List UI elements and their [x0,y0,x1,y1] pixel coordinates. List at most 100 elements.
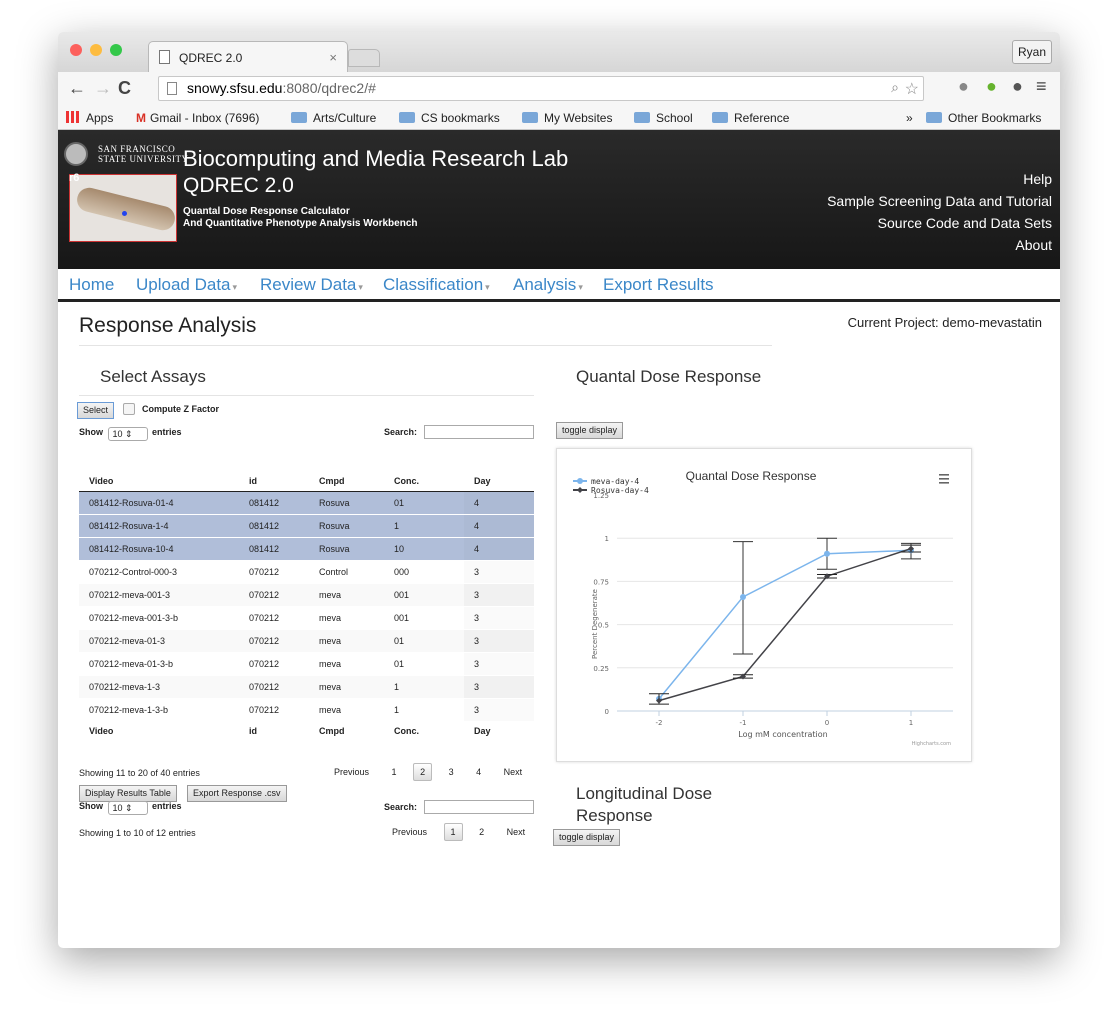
menu-home[interactable]: Home [69,275,114,295]
page-1-button[interactable]: 1 [386,764,403,780]
table-cell: 01 [384,629,464,653]
bookmark-other[interactable]: Other Bookmarks [926,111,1041,125]
table-cell: meva [309,629,384,653]
x-tick-label: -2 [656,719,663,727]
bookmark-reference[interactable]: Reference [712,111,789,125]
previous-button[interactable]: Previous [328,764,375,780]
minimize-window-button[interactable] [90,44,102,56]
results-page-2-button[interactable]: 2 [473,824,490,840]
star-icon[interactable]: ☆ [905,79,919,99]
menu-classification[interactable]: Classification ▾ [383,275,490,295]
person-icon[interactable]: ● [958,76,969,97]
export-response-button[interactable]: Export Response .csv [187,785,287,802]
app-subtitle-2: And Quantitative Phenotype Analysis Work… [183,218,418,229]
assays-table: Video id Cmpd Conc. Day 081412-Rosuva-01… [79,471,534,741]
search-icon[interactable]: ⌕ [891,79,899,96]
results-page-1-button[interactable]: 1 [443,823,463,841]
table-row[interactable]: 081412-Rosuva-01-4 081412 Rosuva 01 4 [79,491,534,515]
entries-select[interactable]: 10 ⇕ [107,427,148,441]
table-row[interactable]: 070212-meva-001-3 070212 meva 001 3 [79,583,534,607]
page-3-button[interactable]: 3 [443,764,460,780]
bookmarks-overflow[interactable]: » [906,111,913,125]
credits[interactable]: Highcharts.com [912,741,951,747]
hamburger-icon[interactable] [939,474,949,484]
evernote-icon[interactable]: ● [1012,76,1023,97]
column-conc[interactable]: Conc. [384,471,464,492]
zfactor-checkbox[interactable] [123,403,135,415]
column-cmpd[interactable]: Cmpd [309,471,384,492]
table-cell: 070212-meva-1-3 [79,675,239,699]
table-row[interactable]: 070212-meva-1-3 070212 meva 1 3 [79,675,534,699]
table-row[interactable]: 070212-meva-001-3-b 070212 meva 001 3 [79,606,534,630]
results-previous-button[interactable]: Previous [386,824,433,840]
profile-button[interactable]: Ryan [1012,40,1052,64]
bookmark-websites[interactable]: My Websites [522,111,612,125]
tab-title: QDREC 2.0 [179,51,243,65]
menu-review-data[interactable]: Review Data ▾ [260,275,363,295]
bookmark-school[interactable]: School [634,111,693,125]
source-code-link[interactable]: Source Code and Data Sets [827,212,1052,234]
data-point-meva[interactable] [824,550,830,557]
close-window-button[interactable] [70,44,82,56]
table-cell: 01 [384,491,464,515]
select-button[interactable]: Select [77,402,115,419]
table-row[interactable]: 070212-meva-1-3-b 070212 meva 1 3 [79,698,534,722]
table-cell: 3 [464,560,534,584]
menu-export-results[interactable]: Export Results [603,275,714,295]
page-4-button[interactable]: 4 [470,764,487,780]
display-results-button[interactable]: Display Results Table [79,785,177,802]
tab-close-icon[interactable]: × [329,50,337,65]
table-cell: 3 [464,629,534,653]
about-link[interactable]: About [827,234,1052,256]
tutorial-link[interactable]: Sample Screening Data and Tutorial [827,190,1052,212]
table-row[interactable]: 081412-Rosuva-10-4 081412 Rosuva 10 4 [79,537,534,561]
menu-icon[interactable]: ≡ [1036,76,1047,97]
table-cell: 070212 [239,675,309,699]
results-next-button[interactable]: Next [501,824,532,840]
x-tick-label: 0 [825,719,829,727]
new-tab-button[interactable] [348,49,380,67]
help-link[interactable]: Help [827,168,1052,190]
legend[interactable]: meva-day-4 Rosuva-day-4 [573,477,649,495]
bookmark-apps[interactable]: Apps [66,111,113,125]
back-icon[interactable]: ← [68,78,86,99]
table-cell: meva [309,675,384,699]
quantal-chart: 0 0.25 0.5 0.75 1 1.25 -2 -1 0 1 Quantal Dose Res… [556,448,972,762]
data-point-meva[interactable] [740,593,746,600]
results-entries-length: Show 10 ⇕ entries [79,801,182,815]
menu-upload-data[interactable]: Upload Data ▾ [136,275,237,295]
extension-icon[interactable]: ● [986,76,997,97]
bookmark-gmail[interactable]: M Gmail - Inbox (7696) [136,111,259,125]
bookmark-arts[interactable]: Arts/Culture [291,111,376,125]
column-video[interactable]: Video [79,471,239,492]
browser-tab[interactable]: QDREC 2.0 × [148,41,348,72]
bookmark-cs[interactable]: CS bookmarks [399,111,500,125]
results-search-input[interactable] [424,800,534,814]
column-id[interactable]: id [239,471,309,492]
table-cell: 070212-meva-001-3-b [79,606,239,630]
table-row[interactable]: 070212-meva-01-3 070212 meva 01 3 [79,629,534,653]
next-button[interactable]: Next [498,764,529,780]
page-2-button[interactable]: 2 [413,763,433,781]
results-search-label: Search: [384,802,418,812]
page-icon [159,50,170,64]
results-entries-select[interactable]: 10 ⇕ [107,801,148,815]
app-title: QDREC 2.0 [183,174,294,197]
folder-icon [926,112,942,123]
table-row[interactable]: 081412-Rosuva-1-4 081412 Rosuva 1 4 [79,514,534,538]
quantal-toggle-button[interactable]: toggle display [556,422,624,439]
entries-length: Show 10 ⇕ entries [79,427,182,441]
address-bar[interactable]: snowy.sfsu.edu:8080/qdrec2/# ⌕ ☆ [158,76,924,101]
column-day[interactable]: Day [464,471,534,492]
bookmarks-bar: Apps M Gmail - Inbox (7696) Arts/Culture … [58,106,1060,130]
legend-label-rosuva[interactable]: Rosuva-day-4 [591,486,649,495]
longitudinal-toggle-button[interactable]: toggle display [553,829,621,846]
legend-label-meva[interactable]: meva-day-4 [591,477,639,486]
forward-icon[interactable]: → [94,78,112,99]
search-input[interactable] [424,425,534,439]
menu-analysis[interactable]: Analysis ▾ [513,275,583,295]
table-row[interactable]: 070212-meva-01-3-b 070212 meva 01 3 [79,652,534,676]
table-row[interactable]: 070212-Control-000-3 070212 Control 000 3 [79,560,534,584]
zoom-window-button[interactable] [110,44,122,56]
reload-icon[interactable]: C [118,78,131,99]
